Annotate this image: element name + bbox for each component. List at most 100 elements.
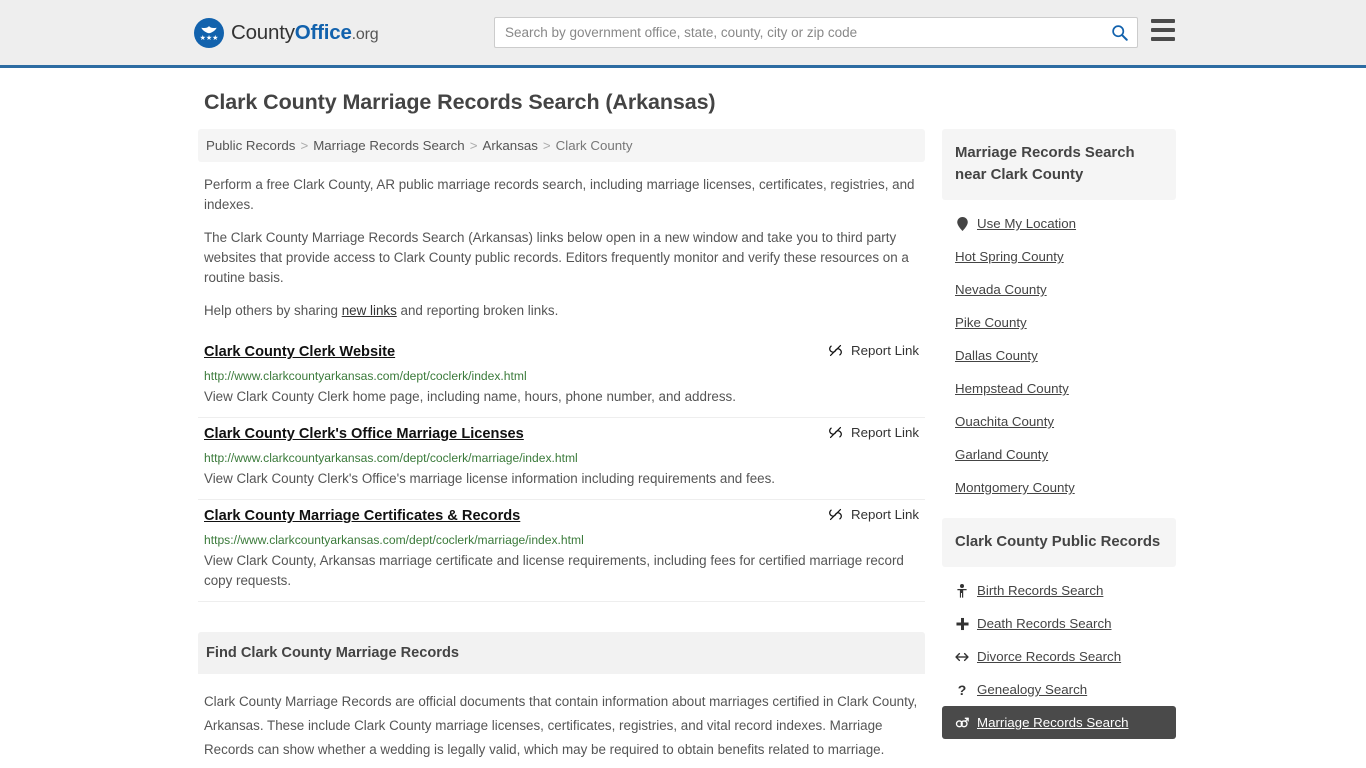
eagle-icon — [201, 25, 217, 33]
sidebar-item-label: Ouachita County — [955, 414, 1055, 429]
broken-link-icon — [829, 344, 842, 357]
sidebar-item-label: Use My Location — [977, 216, 1077, 231]
broken-link-icon — [829, 508, 842, 521]
main-column: Public Records > Marriage Records Search > A… — [198, 129, 925, 762]
sidebar-item-label: Death Records Search — [977, 616, 1112, 631]
cross-glyph — [955, 617, 969, 630]
hamburger-menu-button[interactable] — [1151, 19, 1175, 41]
question-mark-icon: ? — [957, 681, 967, 698]
nearby-counties-box: Marriage Records Search near Clark Count… — [942, 129, 1176, 504]
result-title-link[interactable]: Clark County Clerk Website — [204, 342, 395, 362]
sidebar-item-use-my-location[interactable]: Use My Location — [942, 207, 1176, 240]
result-item: Clark County Clerk Website Report Link h… — [198, 336, 925, 418]
page-container: Clark County Marriage Records Search (Ar… — [0, 90, 1366, 762]
find-records-text: Clark County Marriage Records are offici… — [204, 694, 918, 757]
new-links-link[interactable]: new links — [342, 303, 397, 318]
sidebar-item-hempstead-county[interactable]: Hempstead County — [942, 372, 1176, 405]
result-header: Clark County Marriage Certificates & Rec… — [204, 506, 925, 526]
report-link-button[interactable]: Report Link — [828, 425, 919, 440]
breadcrumb-item-clark-county: Clark County — [555, 138, 633, 153]
breadcrumb-separator: > — [469, 138, 478, 153]
result-url: http://www.clarkcountyarkansas.com/dept/… — [204, 451, 578, 465]
sidebar-item-label: Marriage Records Search — [977, 715, 1129, 730]
sidebar-item-pike-county[interactable]: Pike County — [942, 306, 1176, 339]
sidebar-item-nevada-county[interactable]: Nevada County — [942, 273, 1176, 306]
double-arrow-glyph — [955, 652, 969, 661]
eagle-seal-logo-icon: ★★★ — [194, 17, 224, 48]
sidebar-item-divorce-records-search[interactable]: Divorce Records Search — [942, 640, 1176, 673]
find-records-heading: Find Clark County Marriage Records — [198, 632, 925, 674]
intro-paragraph-2: The Clark County Marriage Records Search… — [204, 230, 909, 285]
public-records-list: Birth Records Search Death Records Searc… — [942, 567, 1176, 739]
marriage-symbol-glyph — [955, 717, 969, 728]
hamburger-bar — [1151, 37, 1175, 41]
breadcrumb: Public Records > Marriage Records Search > A… — [198, 129, 925, 162]
result-item: Clark County Marriage Certificates & Rec… — [198, 500, 925, 602]
find-records-panel: Find Clark County Marriage Records Clark… — [198, 632, 925, 762]
sidebar-item-label: Genealogy Search — [977, 682, 1088, 697]
sidebar-item-label: Birth Records Search — [977, 583, 1104, 598]
search-button[interactable] — [1101, 18, 1137, 47]
report-link-button[interactable]: Report Link — [828, 343, 919, 358]
baby-glyph — [957, 583, 967, 598]
report-link-button[interactable]: Report Link — [828, 507, 919, 522]
sidebar-item-label: Garland County — [955, 447, 1049, 462]
brand-part-county: County — [231, 20, 295, 44]
sidebar-item-label: Dallas County — [955, 348, 1038, 363]
result-header: Clark County Clerk Website Report Link — [204, 342, 925, 362]
nearby-counties-list: Use My Location Hot Spring County Nevada… — [942, 200, 1176, 504]
result-title-link[interactable]: Clark County Clerk's Office Marriage Lic… — [204, 424, 524, 444]
sidebar: Marriage Records Search near Clark Count… — [942, 129, 1176, 753]
sidebar-item-ouachita-county[interactable]: Ouachita County — [942, 405, 1176, 438]
hamburger-bar — [1151, 19, 1175, 23]
brand-logo-link[interactable]: ★★★ CountyOffice.org — [194, 17, 379, 48]
sidebar-item-marriage-records-search[interactable]: Marriage Records Search — [942, 706, 1176, 739]
content-columns: Public Records > Marriage Records Search > A… — [198, 129, 1176, 762]
sidebar-item-dallas-county[interactable]: Dallas County — [942, 339, 1176, 372]
brand-wordmark: CountyOffice.org — [231, 20, 379, 45]
intro-text: Perform a free Clark County, AR public m… — [198, 175, 925, 321]
page-title: Clark County Marriage Records Search (Ar… — [204, 90, 716, 114]
baby-icon — [955, 583, 969, 598]
cross-icon — [955, 617, 969, 631]
breadcrumb-item-arkansas[interactable]: Arkansas — [482, 138, 537, 153]
hamburger-bar — [1151, 28, 1175, 32]
intro-paragraph-3: Help others by sharing new links and rep… — [204, 301, 925, 321]
result-description: View Clark County, Arkansas marriage cer… — [204, 553, 904, 588]
result-item: Clark County Clerk's Office Marriage Lic… — [198, 418, 925, 500]
map-pin-glyph — [956, 216, 968, 231]
result-header: Clark County Clerk's Office Marriage Lic… — [204, 424, 925, 444]
sidebar-item-label: Hempstead County — [955, 381, 1069, 396]
report-link-label: Report Link — [851, 343, 919, 358]
sidebar-item-label: Montgomery County — [955, 480, 1075, 495]
sidebar-item-death-records-search[interactable]: Death Records Search — [942, 607, 1176, 640]
search-input[interactable] — [495, 18, 1101, 47]
find-records-body: Clark County Marriage Records are offici… — [198, 690, 925, 762]
marriage-symbol-icon — [955, 716, 969, 729]
result-title-link[interactable]: Clark County Marriage Certificates & Rec… — [204, 506, 520, 526]
sidebar-item-genealogy-search[interactable]: ? Genealogy Search — [942, 673, 1176, 706]
report-link-label: Report Link — [851, 507, 919, 522]
breadcrumb-item-marriage-records-search[interactable]: Marriage Records Search — [313, 138, 465, 153]
nearby-counties-heading: Marriage Records Search near Clark Count… — [942, 129, 1176, 200]
result-url: https://www.clarkcountyarkansas.com/dept… — [204, 533, 584, 547]
site-header: ★★★ CountyOffice.org — [0, 0, 1366, 68]
intro-text-before-link: Help others by sharing — [204, 303, 342, 318]
result-description: View Clark County Clerk's Office's marri… — [204, 471, 775, 486]
sidebar-item-hot-spring-county[interactable]: Hot Spring County — [942, 240, 1176, 273]
map-pin-icon — [955, 216, 969, 231]
intro-text-after-link: and reporting broken links. — [396, 303, 559, 318]
breadcrumb-item-public-records[interactable]: Public Records — [206, 138, 295, 153]
public-records-heading: Clark County Public Records — [942, 518, 1176, 567]
sidebar-item-birth-records-search[interactable]: Birth Records Search — [942, 574, 1176, 607]
sidebar-item-label: Hot Spring County — [955, 249, 1064, 264]
result-url: http://www.clarkcountyarkansas.com/dept/… — [204, 369, 527, 383]
search-bar[interactable] — [494, 17, 1138, 48]
double-arrow-icon — [955, 651, 969, 663]
sidebar-item-montgomery-county[interactable]: Montgomery County — [942, 471, 1176, 504]
breadcrumb-separator: > — [300, 138, 309, 153]
sidebar-item-label: Nevada County — [955, 282, 1047, 297]
result-description: View Clark County Clerk home page, inclu… — [204, 389, 736, 404]
sidebar-item-garland-county[interactable]: Garland County — [942, 438, 1176, 471]
search-icon — [1111, 25, 1128, 41]
